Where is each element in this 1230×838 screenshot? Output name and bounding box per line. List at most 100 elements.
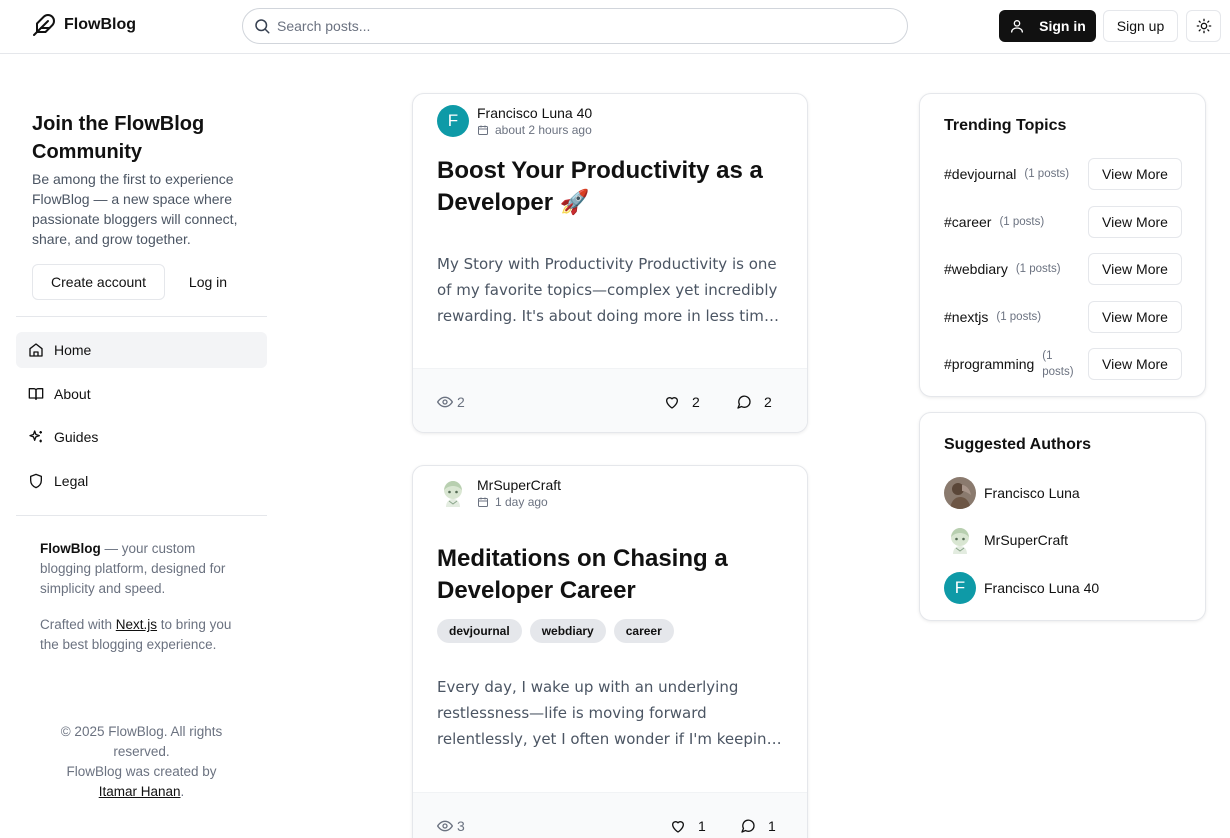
like-button[interactable]: 2 bbox=[664, 369, 700, 432]
search-input[interactable] bbox=[277, 18, 877, 34]
topic-count: (1 posts) bbox=[1024, 168, 1070, 180]
book-icon bbox=[28, 388, 44, 400]
suggested-authors-panel: Suggested Authors Francisco Luna MrSuper… bbox=[919, 412, 1206, 621]
copyright-text: © 2025 FlowBlog. All rights reserved. bbox=[60, 724, 223, 759]
post-footer: 3 1 1 bbox=[413, 792, 807, 838]
sidebar-item-label: Home bbox=[54, 342, 92, 358]
sidebar-item-label: About bbox=[54, 386, 91, 402]
theme-toggle-button[interactable] bbox=[1186, 10, 1221, 42]
sidebar-item-label: Guides bbox=[54, 429, 99, 445]
topic-row: #career (1 posts) View More bbox=[944, 206, 1182, 238]
post-author[interactable]: MrSuperCraft 1 day ago bbox=[437, 476, 561, 510]
topic-row: #devjournal (1 posts) View More bbox=[944, 158, 1182, 190]
topic-name[interactable]: #nextjs bbox=[944, 309, 988, 325]
sidebar-item-home[interactable]: Home bbox=[16, 332, 267, 368]
comment-button[interactable]: 1 bbox=[740, 793, 776, 838]
period: . bbox=[180, 784, 185, 799]
view-count: 3 bbox=[437, 793, 465, 838]
heart-icon bbox=[672, 821, 684, 833]
avatar bbox=[944, 477, 976, 509]
create-account-button[interactable]: Create account bbox=[32, 264, 165, 300]
tag-webdiary[interactable]: webdiary bbox=[529, 619, 606, 643]
view-more-button[interactable]: View More bbox=[1088, 348, 1182, 380]
like-count: 1 bbox=[698, 818, 706, 834]
join-description: Be among the first to experience FlowBlo… bbox=[32, 171, 238, 247]
logo-text: FlowBlog bbox=[64, 16, 136, 33]
calendar-icon bbox=[478, 497, 488, 507]
sidebar-item-label: Legal bbox=[54, 473, 89, 489]
join-title: Join the FlowBlog Community bbox=[32, 113, 205, 163]
post-time-label: 1 day ago bbox=[495, 495, 548, 509]
suggested-author[interactable]: MrSuperCraft bbox=[944, 524, 1068, 556]
suggested-author-name: Francisco Luna 40 bbox=[984, 580, 1100, 596]
post-time-label: about 2 hours ago bbox=[495, 123, 592, 137]
tag-career[interactable]: career bbox=[613, 619, 674, 643]
eye-icon bbox=[437, 396, 453, 408]
topic-row: #nextjs (1 posts) View More bbox=[944, 301, 1182, 333]
comment-count: 2 bbox=[764, 394, 772, 410]
comment-button[interactable]: 2 bbox=[736, 369, 772, 432]
sidebar-item-guides[interactable]: Guides bbox=[16, 419, 267, 455]
comment-icon bbox=[737, 395, 751, 409]
comment-count: 1 bbox=[768, 818, 776, 834]
anime-avatar-icon bbox=[944, 524, 976, 556]
user-icon bbox=[1011, 20, 1024, 33]
sign-in-label: Sign in bbox=[1039, 18, 1086, 34]
sidebar-footer: © 2025 FlowBlog. All rights reserved. Fl… bbox=[40, 722, 243, 802]
sparkles-icon bbox=[29, 430, 42, 443]
post-title[interactable]: Meditations on Chasing a Developer Caree… bbox=[437, 543, 787, 607]
post-card[interactable]: MrSuperCraft 1 day ago Meditations on Ch… bbox=[412, 465, 808, 838]
heart-icon bbox=[666, 397, 678, 409]
sign-up-button[interactable]: Sign up bbox=[1103, 10, 1178, 42]
avatar: F bbox=[437, 105, 469, 137]
view-more-button[interactable]: View More bbox=[1088, 206, 1182, 238]
topic-row: #webdiary (1 posts) View More bbox=[944, 253, 1182, 285]
topic-name[interactable]: #career bbox=[944, 214, 991, 230]
search-bar[interactable] bbox=[242, 8, 908, 44]
sidebar-item-about[interactable]: About bbox=[16, 376, 267, 412]
log-in-button[interactable]: Log in bbox=[176, 264, 240, 300]
author-link[interactable]: Itamar Hanan bbox=[99, 784, 181, 799]
like-button[interactable]: 1 bbox=[670, 793, 706, 838]
logo[interactable]: FlowBlog bbox=[32, 13, 136, 37]
sidebar-item-legal[interactable]: Legal bbox=[16, 463, 267, 499]
author-name: Francisco Luna 40 bbox=[477, 105, 593, 121]
sign-in-button[interactable]: Sign in bbox=[999, 10, 1096, 42]
like-count: 2 bbox=[692, 394, 700, 410]
post-excerpt: My Story with Productivity Productivity … bbox=[437, 255, 778, 325]
home-icon bbox=[29, 343, 43, 357]
topic-name[interactable]: #programming bbox=[944, 356, 1034, 372]
view-more-button[interactable]: View More bbox=[1088, 301, 1182, 333]
view-more-button[interactable]: View More bbox=[1088, 253, 1182, 285]
sidebar-divider bbox=[16, 316, 267, 317]
topic-name[interactable]: #devjournal bbox=[944, 166, 1016, 182]
post-card[interactable]: F Francisco Luna 40 about 2 hours ago Bo… bbox=[412, 93, 808, 433]
about-brand: FlowBlog bbox=[40, 541, 101, 556]
post-time: 1 day ago bbox=[477, 494, 561, 510]
anime-avatar-icon bbox=[437, 477, 469, 509]
nextjs-link[interactable]: Next.js bbox=[116, 617, 157, 632]
post-time: about 2 hours ago bbox=[477, 122, 592, 138]
topic-count: (1 posts) bbox=[1042, 348, 1073, 380]
search-icon bbox=[255, 19, 270, 34]
suggested-author[interactable]: F Francisco Luna 40 bbox=[944, 572, 1099, 604]
post-footer: 2 2 2 bbox=[413, 368, 807, 432]
topic-count-2: posts) bbox=[1042, 366, 1074, 378]
comment-icon bbox=[741, 819, 755, 833]
post-title[interactable]: Boost Your Productivity as a Developer 🚀 bbox=[437, 155, 787, 219]
view-more-button[interactable]: View More bbox=[1088, 158, 1182, 190]
tag-devjournal[interactable]: devjournal bbox=[437, 619, 522, 643]
trending-topics-panel: Trending Topics #devjournal (1 posts) Vi… bbox=[919, 93, 1206, 397]
avatar bbox=[944, 524, 976, 556]
suggested-author[interactable]: Francisco Luna bbox=[944, 477, 1080, 509]
suggested-title: Suggested Authors bbox=[944, 436, 1091, 453]
avatar: F bbox=[944, 572, 976, 604]
topic-count-1: (1 bbox=[1042, 350, 1053, 362]
view-count-value: 2 bbox=[457, 394, 465, 410]
photo-avatar-icon bbox=[944, 477, 976, 509]
post-author[interactable]: F Francisco Luna 40 about 2 hours ago bbox=[437, 104, 592, 138]
top-header: FlowBlog Sign in Sign up bbox=[0, 0, 1230, 54]
topic-name[interactable]: #webdiary bbox=[944, 261, 1008, 277]
topic-count: (1 posts) bbox=[1015, 263, 1061, 275]
author-name: MrSuperCraft bbox=[477, 477, 562, 493]
